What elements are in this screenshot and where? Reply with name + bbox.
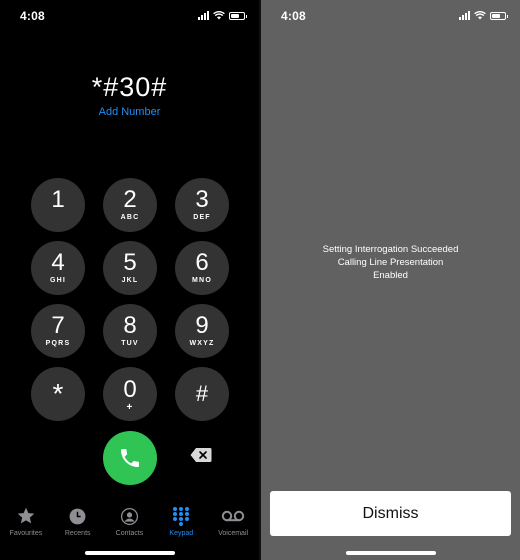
call-button[interactable] — [103, 431, 157, 485]
wifi-icon — [474, 11, 486, 20]
tab-voicemail[interactable]: Voicemail — [207, 505, 259, 545]
key-hash[interactable]: # — [175, 367, 229, 421]
tab-label: Favourites — [9, 530, 43, 537]
dialed-number: *#30# — [91, 72, 168, 102]
tab-favourites[interactable]: Favourites — [0, 505, 52, 545]
tab-bar: Favourites Recents Contacts Keypad Voice… — [0, 505, 259, 545]
key-8[interactable]: 8 TUV — [103, 304, 157, 358]
tab-label: Recents — [64, 530, 91, 537]
key-letters: + — [126, 402, 134, 413]
key-digit: 5 — [123, 249, 137, 276]
status-bar: 4:08 — [261, 0, 520, 32]
status-icons — [198, 11, 247, 20]
message-line: Calling Line Presentation — [337, 257, 444, 268]
key-6[interactable]: 6 MNO — [175, 241, 229, 295]
key-digit: * — [52, 378, 64, 409]
key-digit: 2 — [123, 186, 137, 213]
signal-icon — [459, 11, 470, 20]
home-indicator[interactable] — [84, 551, 175, 555]
voicemail-icon — [221, 510, 245, 522]
result-message: Setting Interrogation Succeeded Calling … — [261, 243, 520, 282]
message-line: Enabled — [373, 270, 408, 281]
key-5[interactable]: 5 JKL — [103, 241, 157, 295]
keypad-icon — [173, 507, 190, 526]
home-indicator[interactable] — [345, 551, 436, 555]
key-digit: 9 — [195, 312, 209, 339]
key-letters: TUV — [121, 340, 139, 347]
tab-recents[interactable]: Recents — [52, 505, 104, 545]
key-digit: # — [195, 381, 209, 406]
key-1[interactable]: 1 — [31, 178, 85, 232]
status-bar: 4:08 — [0, 0, 259, 32]
tab-contacts[interactable]: Contacts — [104, 505, 156, 545]
key-star[interactable]: * — [31, 367, 85, 421]
key-letters: DEF — [193, 214, 211, 221]
status-time: 4:08 — [281, 9, 306, 23]
tab-label: Contacts — [115, 530, 144, 537]
dismiss-button[interactable]: Dismiss — [270, 491, 511, 536]
battery-icon — [490, 11, 508, 20]
key-digit: 7 — [51, 312, 65, 339]
key-digit: 3 — [195, 186, 209, 213]
key-3[interactable]: 3 DEF — [175, 178, 229, 232]
message-line: Setting Interrogation Succeeded — [322, 244, 459, 255]
status-time: 4:08 — [20, 9, 45, 23]
tab-label: Keypad — [169, 530, 194, 537]
tab-label: Voicemail — [218, 530, 249, 537]
battery-icon — [229, 11, 247, 20]
result-screen: 4:08 Setting Interrogation Succeeded Cal… — [261, 0, 520, 560]
tab-keypad[interactable]: Keypad — [155, 505, 207, 545]
screenshot: 4:08 *#30# Add Number 1 2 ABC 3 DEF 4 GH… — [0, 0, 520, 560]
delete-button[interactable] — [190, 447, 212, 463]
status-icons — [459, 11, 508, 20]
key-digit: 4 — [51, 249, 65, 276]
key-letters: JKL — [121, 277, 139, 284]
key-letters: GHI — [49, 277, 67, 284]
key-digit: 0 — [123, 376, 137, 403]
key-7[interactable]: 7 PQRS — [31, 304, 85, 358]
key-9[interactable]: 9 WXYZ — [175, 304, 229, 358]
add-number-link[interactable]: Add Number — [0, 106, 259, 118]
person-icon — [120, 507, 139, 525]
key-letters: WXYZ — [189, 340, 215, 347]
key-letters: MNO — [192, 277, 212, 284]
clock-icon — [69, 508, 86, 524]
phone-icon — [121, 449, 139, 467]
key-digit: 6 — [195, 249, 209, 276]
signal-icon — [198, 11, 209, 20]
keypad-screen: 4:08 *#30# Add Number 1 2 ABC 3 DEF 4 GH… — [0, 0, 259, 560]
key-digit: 1 — [51, 186, 65, 213]
key-4[interactable]: 4 GHI — [31, 241, 85, 295]
star-icon — [17, 507, 35, 524]
key-letters: PQRS — [45, 340, 71, 347]
key-digit: 8 — [123, 312, 137, 339]
key-2[interactable]: 2 ABC — [103, 178, 157, 232]
key-0[interactable]: 0 + — [103, 367, 157, 421]
wifi-icon — [213, 11, 225, 20]
key-letters: ABC — [120, 214, 140, 221]
